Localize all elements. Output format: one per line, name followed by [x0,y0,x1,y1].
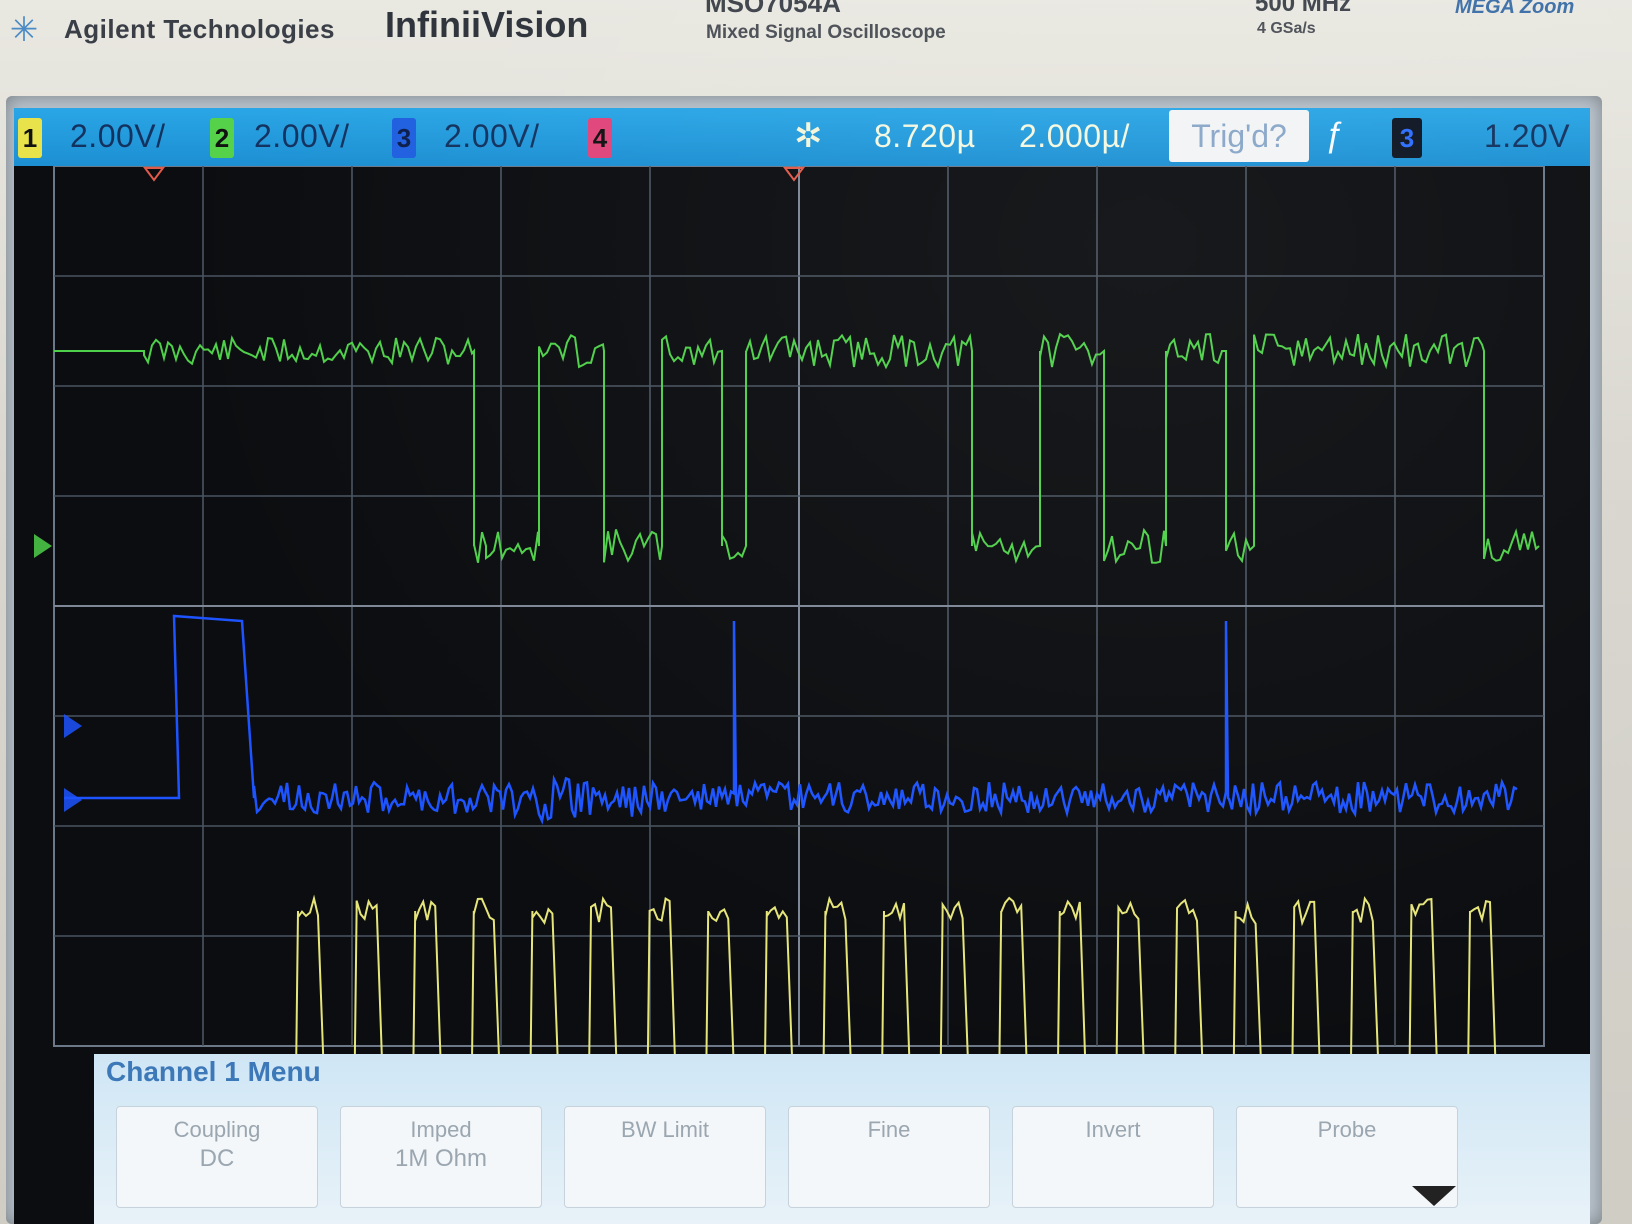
channel-4-badge[interactable]: 4 [588,118,612,158]
megazoom-logo: MEGA Zoom [1455,0,1575,18]
softkey-bw-limit[interactable]: BW Limit [564,1106,766,1208]
softkey-impedance-label: Imped [410,1117,472,1142]
channel-1-scale: 2.00V/ [70,118,166,154]
trigger-status: Trig'd? [1169,110,1309,162]
softkey-invert[interactable]: Invert [1012,1106,1214,1208]
sample-rate-label: 4 GSa/s [1257,20,1316,37]
model-number: MSO7054A [705,0,841,18]
trigger-level: 1.20V [1484,118,1571,154]
softkey-probe-label: Probe [1317,1117,1377,1142]
time-scale: 2.000µ/ [1019,118,1130,154]
softkey-impedance[interactable]: Imped 1M Ohm [340,1106,542,1208]
time-delay: 8.720µ [874,118,976,154]
channel-3-badge[interactable]: 3 [392,118,416,158]
delay-gear-icon: ✲ [794,117,823,155]
product-line: InfiniiVision [385,4,589,45]
softkey-fine-label: Fine [867,1117,911,1142]
channel-2-scale: 2.00V/ [254,118,350,154]
trigger-source-badge: 3 [1392,118,1422,158]
graticule [53,166,1545,1047]
submenu-arrow-icon [1412,1186,1456,1206]
oscilloscope-bezel: ✳ Agilent Technologies InfiniiVision MSO… [0,0,1632,1224]
channel-menu: Channel 1 Menu Coupling DC Imped 1M Ohm … [94,1054,1590,1224]
softkey-coupling[interactable]: Coupling DC [116,1106,318,1208]
brand-name: Agilent Technologies [64,14,335,44]
softkey-fine[interactable]: Fine [788,1106,990,1208]
brand-strip: ✳ Agilent Technologies InfiniiVision MSO… [0,0,1632,92]
bandwidth-label: 500 MHz [1255,0,1352,17]
status-bar: 1 2.00V/ 2 2.00V/ 3 2.00V/ 4 ✲ 8.720µ 2.… [14,108,1590,166]
menu-title: Channel 1 Menu [106,1056,321,1087]
softkey-bw-limit-label: BW Limit [621,1117,709,1142]
rising-edge-icon: ƒ [1324,116,1343,154]
softkey-invert-label: Invert [1085,1117,1141,1142]
channel-3-scale: 2.00V/ [444,118,540,154]
softkey-impedance-value: 1M Ohm [394,1145,487,1172]
scope-screen: 1 2.00V/ 2 2.00V/ 3 2.00V/ 4 ✲ 8.720µ 2.… [14,108,1590,1224]
waveform-display [34,166,1545,1054]
channel-1-badge[interactable]: 1 [18,118,42,158]
softkey-coupling-label: Coupling [173,1117,261,1142]
softkey-coupling-value: DC [199,1145,235,1172]
channel-2-badge[interactable]: 2 [210,118,234,158]
agilent-spark-logo: ✳ [9,11,39,49]
model-subtitle: Mixed Signal Oscilloscope [706,22,946,43]
